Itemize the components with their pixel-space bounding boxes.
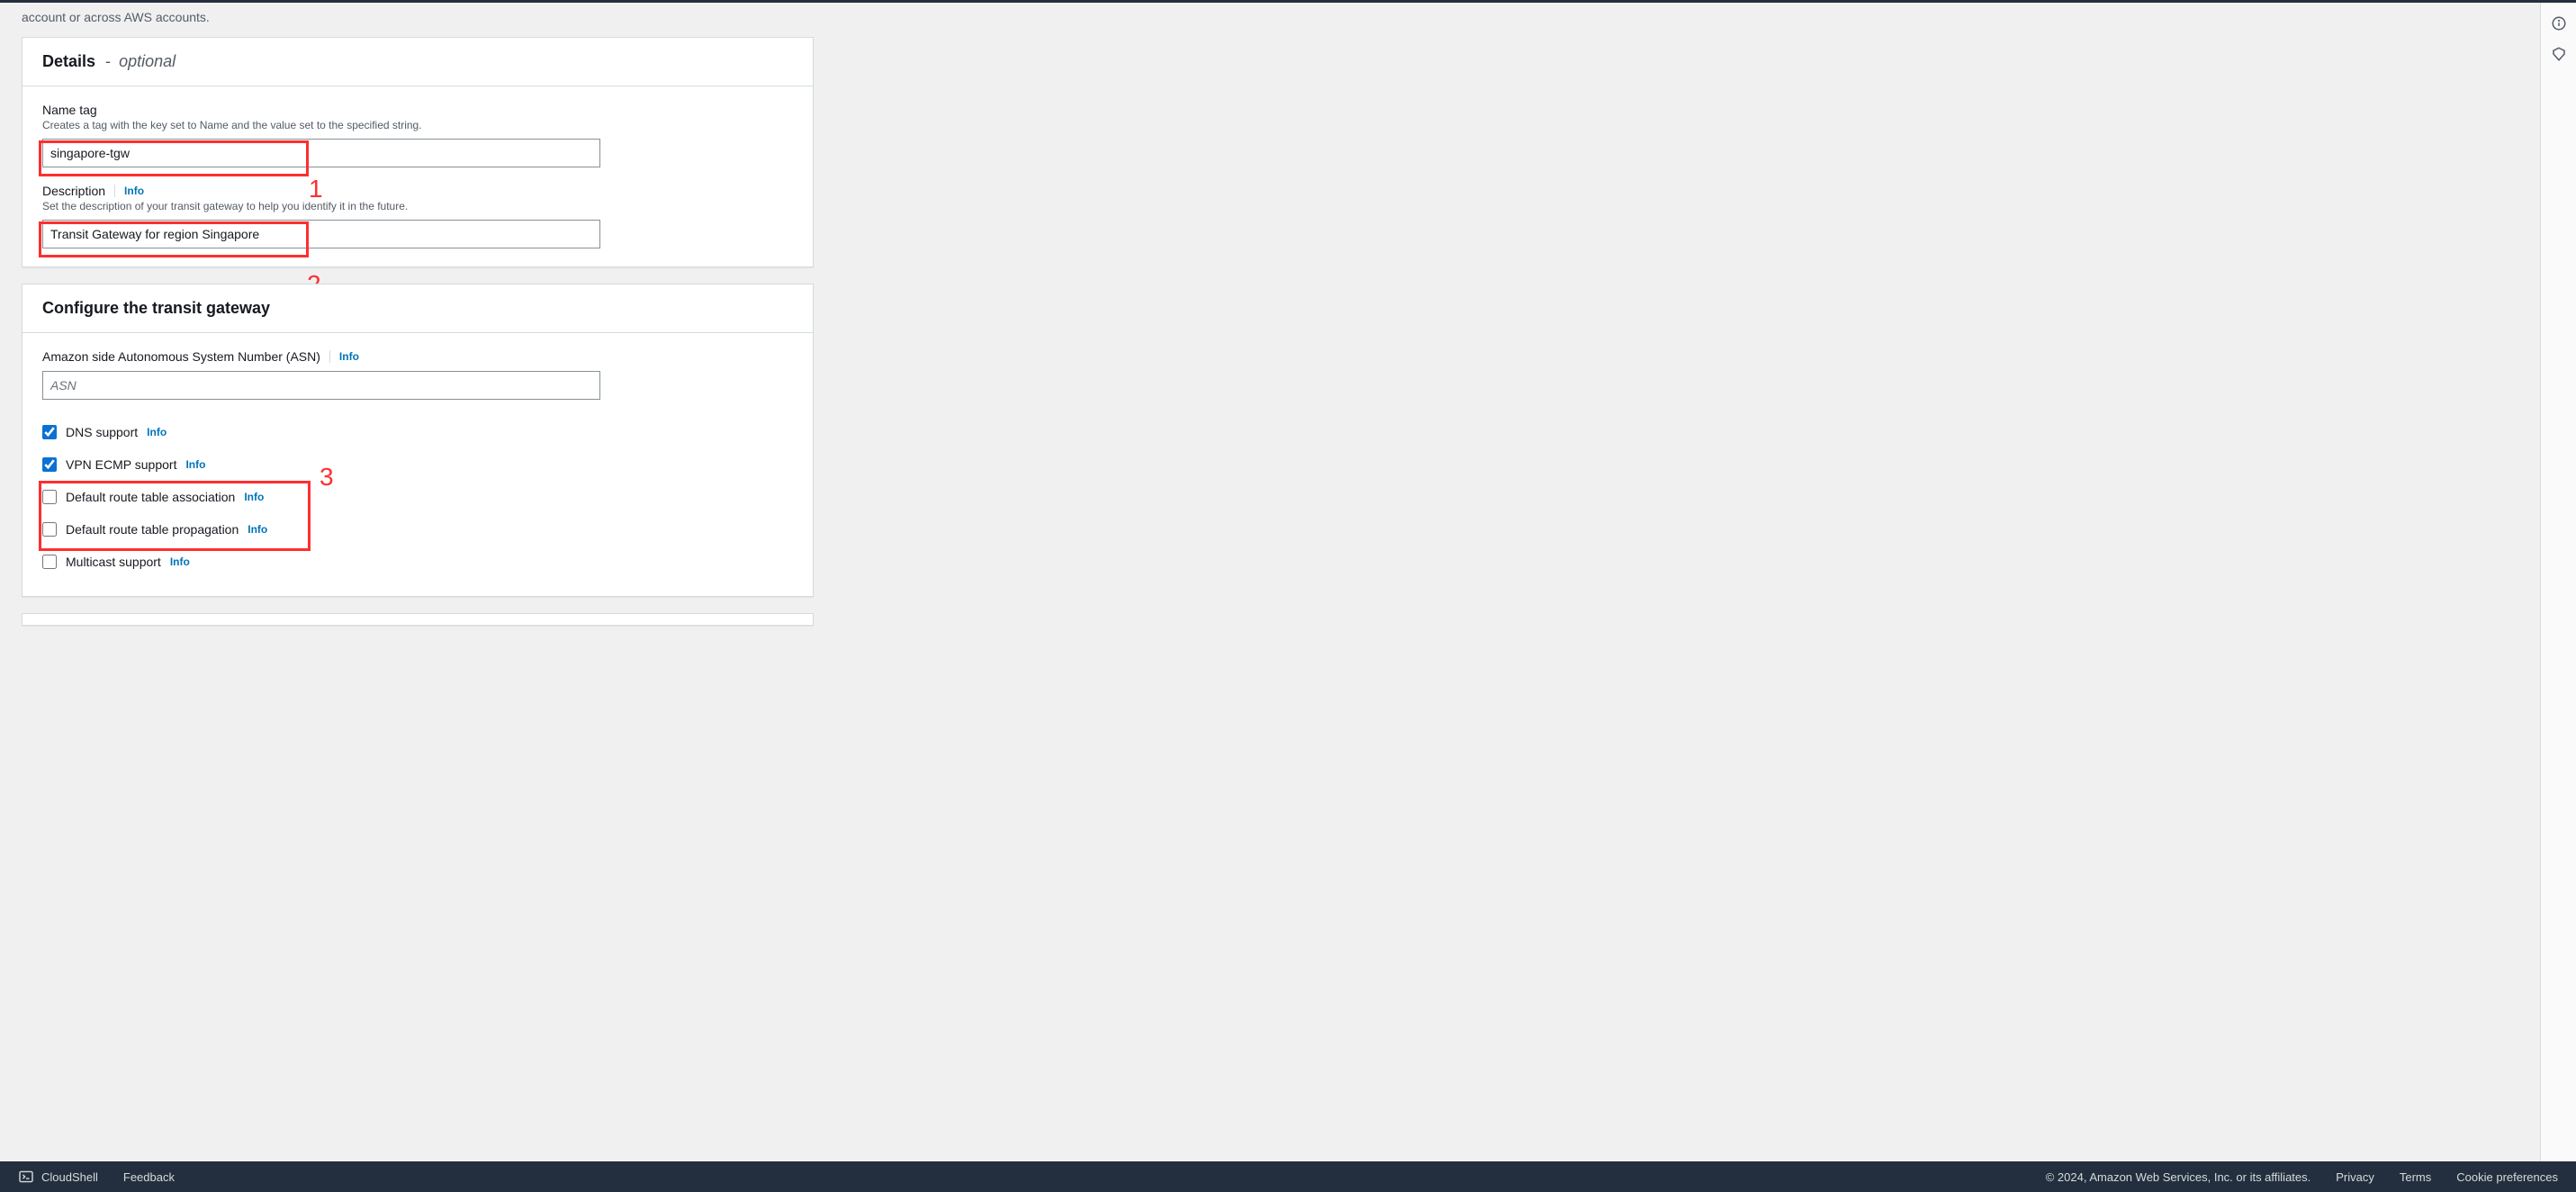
option-dns-support: DNS support Info [42,416,793,448]
description-info-link[interactable]: Info [124,185,144,197]
label-separator [329,350,330,363]
vpn-ecmp-info-link[interactable]: Info [185,458,205,471]
field-name-tag: Name tag Creates a tag with the key set … [42,103,793,167]
asn-info-link[interactable]: Info [339,350,359,363]
multicast-info-link[interactable]: Info [170,555,190,568]
dns-support-info-link[interactable]: Info [147,426,167,438]
panel-details-header: Details - optional [23,38,813,86]
security-panel-icon[interactable] [2551,46,2567,62]
default-rt-prop-label: Default route table propagation [66,522,239,537]
side-tool-rail [2540,3,2576,1161]
cloudshell-label: CloudShell [41,1170,98,1184]
default-rt-assoc-info-link[interactable]: Info [244,491,264,503]
multicast-checkbox[interactable] [42,555,57,569]
vpn-ecmp-checkbox[interactable] [42,457,57,472]
field-description: Description Info Set the description of … [42,184,793,248]
info-panel-icon[interactable] [2551,15,2567,32]
asn-input[interactable] [42,371,600,400]
panel-details: Details - optional Name tag Creates a ta… [22,37,814,267]
option-default-rt-assoc: Default route table association Info [42,481,793,513]
panel-details-optional: optional [119,52,176,70]
footer-terms-link[interactable]: Terms [2400,1170,2431,1184]
footer-cookies-link[interactable]: Cookie preferences [2456,1170,2558,1184]
panel-configure: Configure the transit gateway Amazon sid… [22,284,814,597]
default-rt-prop-checkbox[interactable] [42,522,57,537]
default-rt-assoc-label: Default route table association [66,490,235,504]
name-tag-label: Name tag [42,103,97,117]
default-rt-prop-info-link[interactable]: Info [248,523,267,536]
dns-support-label: DNS support [66,425,138,439]
option-default-rt-prop: Default route table propagation Info [42,513,793,546]
page-intro-text: account or across AWS accounts. [22,10,814,24]
feedback-link[interactable]: Feedback [123,1170,175,1184]
panel-details-title: Details [42,52,95,70]
field-asn: Amazon side Autonomous System Number (AS… [42,349,793,400]
asn-label: Amazon side Autonomous System Number (AS… [42,349,320,364]
description-label: Description [42,184,105,198]
default-rt-assoc-checkbox[interactable] [42,490,57,504]
separator-dash: - [105,52,111,70]
multicast-label: Multicast support [66,555,161,569]
cloudshell-button[interactable]: CloudShell [18,1170,98,1184]
name-tag-input[interactable] [42,139,600,167]
label-separator [114,185,115,197]
panel-configure-title: Configure the transit gateway [42,299,270,317]
footer-privacy-link[interactable]: Privacy [2336,1170,2374,1184]
footer-copyright: © 2024, Amazon Web Services, Inc. or its… [2046,1170,2311,1184]
vpn-ecmp-label: VPN ECMP support [66,457,176,472]
name-tag-desc: Creates a tag with the key set to Name a… [42,119,793,131]
description-input[interactable] [42,220,600,248]
panel-next-cutoff [22,613,814,626]
option-multicast: Multicast support Info [42,546,793,578]
panel-configure-header: Configure the transit gateway [23,284,813,333]
option-vpn-ecmp: VPN ECMP support Info [42,448,793,481]
description-desc: Set the description of your transit gate… [42,200,793,212]
footer-bar: CloudShell Feedback © 2024, Amazon Web S… [0,1161,2576,1192]
main-content: account or across AWS accounts. Details … [0,3,2540,1161]
dns-support-checkbox[interactable] [42,425,57,439]
